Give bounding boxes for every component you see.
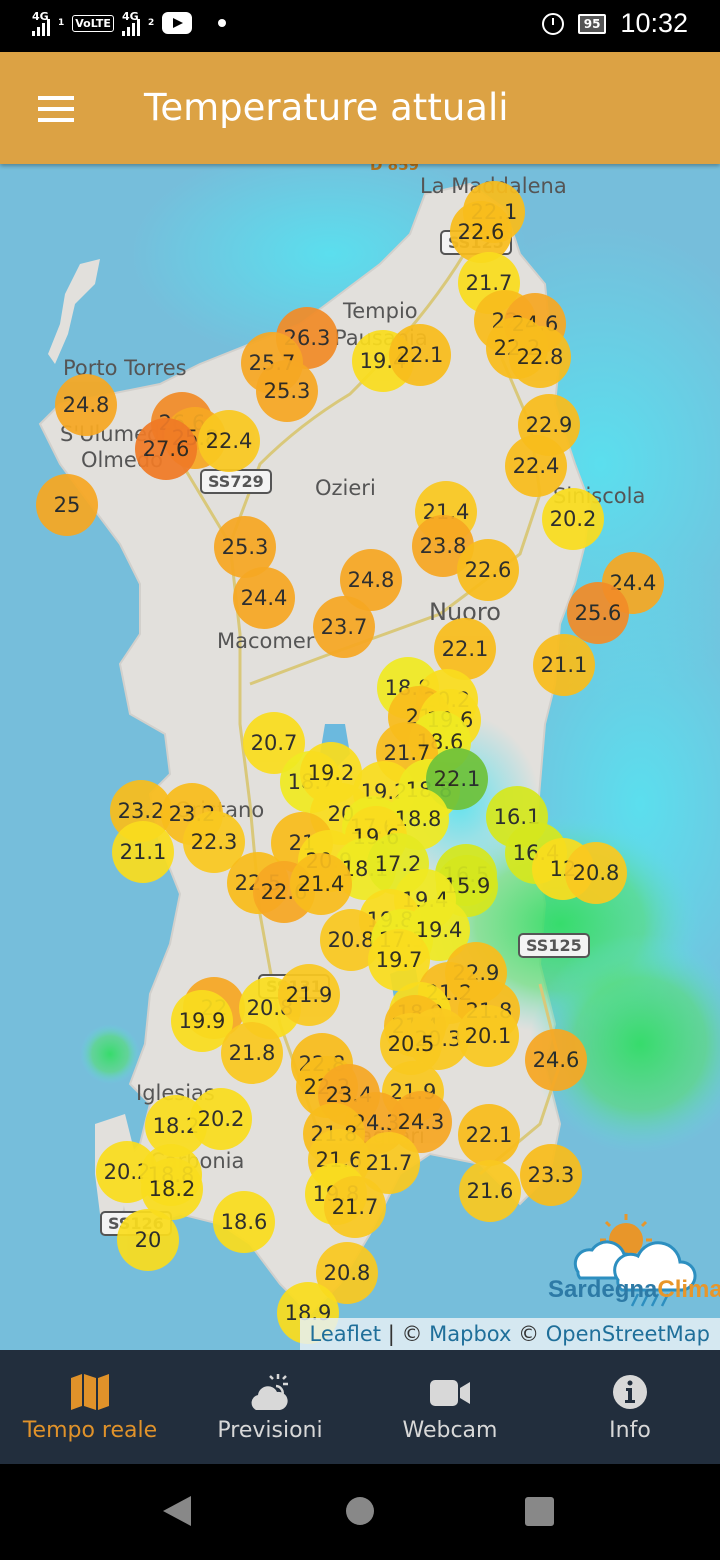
tab-previsioni[interactable]: Previsioni (180, 1350, 360, 1464)
temperature-marker[interactable]: 21.8 (221, 1022, 283, 1084)
temperature-marker[interactable]: 21.6 (459, 1160, 521, 1222)
status-right: 95 10:32 (541, 8, 688, 39)
leaflet-link[interactable]: Leaflet (310, 1322, 382, 1346)
network-type: 4G (121, 10, 139, 23)
status-bar: 4G 1 VoLTE 4G 2 95 10:32 (0, 0, 720, 52)
map-icon (71, 1374, 109, 1410)
temperature-marker[interactable]: 24.4 (233, 567, 295, 629)
sardegnaclima-logo (573, 1214, 697, 1307)
temperature-marker[interactable]: 22.1 (458, 1104, 520, 1166)
attribution-copyright: © (511, 1322, 546, 1346)
place-label: Macomer (217, 629, 315, 653)
place-label: Tempio (343, 299, 418, 323)
partly-cloudy-icon (251, 1374, 288, 1410)
openstreetmap-link[interactable]: OpenStreetMap (546, 1322, 710, 1346)
temperature-marker[interactable]: 22.4 (198, 410, 260, 472)
youtube-icon (162, 12, 193, 34)
video-camera-icon (430, 1380, 470, 1406)
temperature-marker[interactable]: 21.1 (533, 634, 595, 696)
road-shield: SS729 (200, 469, 272, 494)
clock: 10:32 (620, 8, 688, 38)
temperature-marker[interactable]: 20 (117, 1209, 179, 1271)
tab-webcam[interactable]: Webcam (360, 1350, 540, 1464)
tab-label: Info (609, 1418, 651, 1443)
temperature-marker[interactable]: 21.7 (324, 1176, 386, 1238)
temperature-marker[interactable]: 23.3 (520, 1144, 582, 1206)
alarm-icon (541, 12, 564, 35)
attribution-separator: | © (381, 1322, 430, 1346)
page-title: Temperature attuali (144, 86, 509, 129)
radar-area (80, 1024, 140, 1084)
tab-label: Tempo reale (22, 1418, 158, 1443)
temperature-marker[interactable]: 24.6 (525, 1029, 587, 1091)
temperature-marker[interactable]: 24.8 (55, 374, 117, 436)
temperature-marker[interactable]: 21.9 (278, 964, 340, 1026)
mapbox-link[interactable]: Mapbox (429, 1322, 511, 1346)
tab-info[interactable]: Info (540, 1350, 720, 1464)
temperature-marker[interactable]: 18.6 (213, 1191, 275, 1253)
temperature-marker[interactable]: 20.1 (457, 1005, 519, 1067)
sim-index: 2 (147, 18, 155, 28)
sim-index: 1 (58, 18, 65, 28)
temperature-marker[interactable]: 20.8 (565, 842, 627, 904)
hamburger-menu-icon[interactable] (38, 96, 74, 122)
map-attribution: Leaflet | © Mapbox © OpenStreetMap (299, 1318, 720, 1350)
home-icon[interactable] (346, 1497, 374, 1525)
bottom-navigation: Tempo reale Previsioni Webcam Info (0, 1350, 720, 1464)
back-icon[interactable] (163, 1496, 191, 1526)
temperature-marker[interactable]: 25 (36, 474, 98, 536)
road-shield: SS125 (518, 933, 590, 958)
recents-icon[interactable] (525, 1497, 554, 1526)
temperature-marker[interactable]: 20.2 (190, 1088, 252, 1150)
temperature-marker[interactable]: 22.1 (389, 324, 451, 386)
logo-text-part2: Clima (657, 1276, 720, 1303)
signal-icon: 4G (32, 10, 50, 36)
asinara-island (48, 259, 100, 364)
temperature-marker[interactable]: 25.3 (256, 360, 318, 422)
logo-text-part1: Sardegna (548, 1276, 658, 1303)
app-bar: Temperature attuali (0, 52, 720, 164)
temperature-marker[interactable]: 25.6 (567, 582, 629, 644)
notification-dot-icon (218, 19, 227, 27)
temperature-marker[interactable]: 22.4 (505, 435, 567, 497)
signal-icon: 4G (121, 10, 140, 36)
tab-label: Previsioni (217, 1418, 323, 1443)
tab-label: Webcam (402, 1418, 498, 1443)
temperature-marker[interactable]: 21.4 (290, 853, 352, 915)
temperature-marker[interactable]: 21.1 (112, 821, 174, 883)
temperature-marker[interactable]: 20.2 (542, 488, 604, 550)
battery-icon: 95 (577, 13, 607, 34)
temperature-marker[interactable]: 27.6 (135, 418, 197, 480)
tab-tempo-reale[interactable]: Tempo reale (0, 1350, 180, 1464)
road-label: D 859 (370, 164, 419, 174)
logo-text: SardegnaClima (548, 1276, 720, 1304)
temperature-marker[interactable]: 22.8 (509, 326, 571, 388)
volte-icon: VoLTE (72, 14, 114, 32)
info-icon (613, 1375, 647, 1409)
network-type: 4G (32, 10, 49, 23)
temperature-marker[interactable]: 22.6 (457, 539, 519, 601)
place-label: Ozieri (315, 476, 376, 500)
status-left: 4G 1 VoLTE 4G 2 (32, 10, 227, 36)
temperature-marker[interactable]: 23.7 (313, 596, 375, 658)
map-view[interactable]: La Maddalena Tempio Pausania Porto Torre… (0, 164, 720, 1350)
